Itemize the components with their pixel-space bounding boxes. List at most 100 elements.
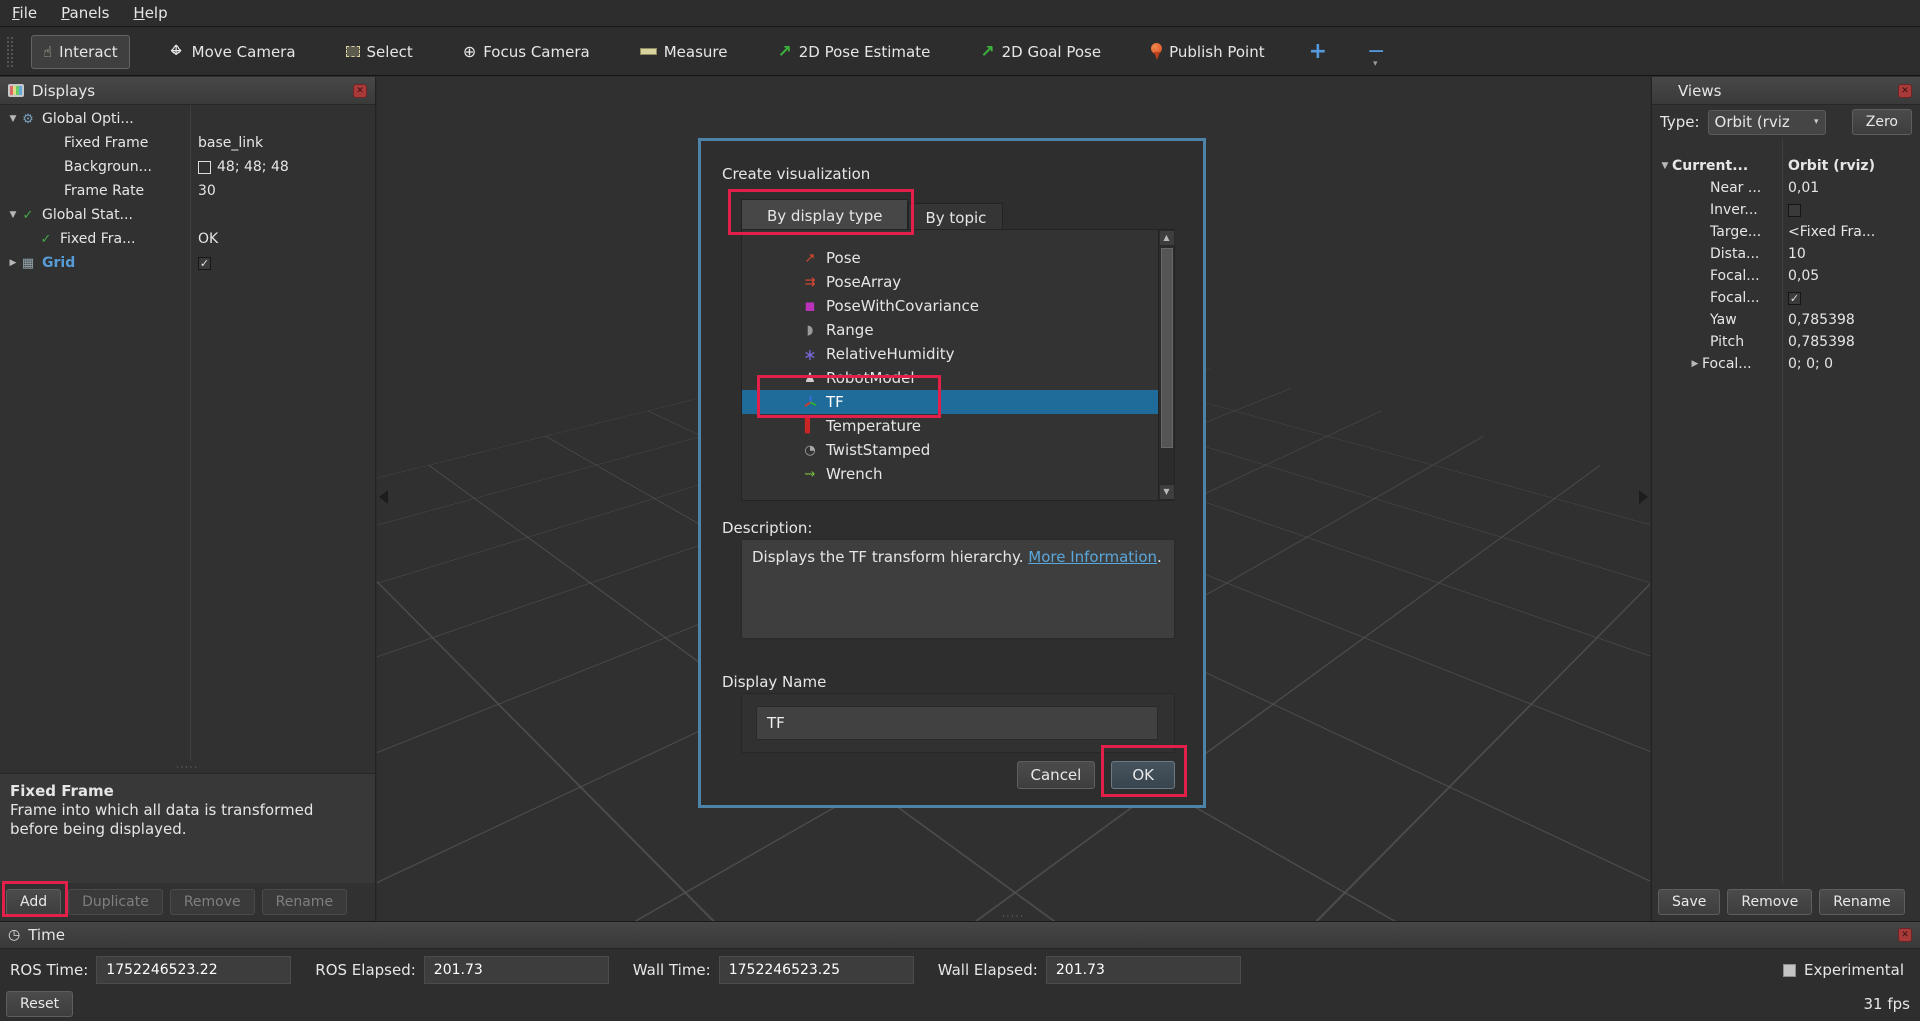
list-item-relativehumidity[interactable]: ∗ RelativeHumidity [742, 342, 1158, 366]
row-value[interactable]: 0,05 [1782, 268, 1920, 284]
row-value[interactable]: 0; 0; 0 [1782, 356, 1920, 372]
tool-select[interactable]: Select [334, 35, 425, 69]
list-item-pose[interactable]: ↗ Pose [742, 246, 1158, 270]
tab-by-display-type[interactable]: By display type [741, 199, 908, 232]
expander-right-icon[interactable]: ▶ [1688, 359, 1702, 369]
row-target-frame[interactable]: Targe... <Fixed Fra... [1652, 221, 1920, 243]
create-visualization-dialog: Create visualization By display type By … [698, 138, 1206, 808]
row-focal-shape-fixed[interactable]: Focal... [1652, 287, 1920, 309]
invert-z-checkbox[interactable] [1788, 204, 1801, 217]
tab-by-topic[interactable]: By topic [908, 203, 1003, 232]
views-close-icon[interactable]: ✕ [1898, 84, 1912, 98]
time-close-icon[interactable]: ✕ [1898, 928, 1912, 942]
row-pitch[interactable]: Pitch 0,785398 [1652, 331, 1920, 353]
display-name-input[interactable]: TF [756, 706, 1158, 740]
row-focal-point[interactable]: ▶ Focal... 0; 0; 0 [1652, 353, 1920, 375]
scroll-up-icon[interactable]: ▲ [1159, 230, 1175, 246]
list-scrollbar[interactable]: ▲ ▼ [1158, 230, 1174, 500]
more-information-link[interactable]: More Information [1028, 548, 1157, 566]
display-type-list: ↗ Pose ⇉ PoseArray ◼ PoseWithCovariance … [741, 229, 1175, 501]
row-value[interactable]: 0,785398 [1782, 334, 1920, 350]
view-type-dropdown[interactable]: Orbit (rviz ▾ [1708, 110, 1826, 135]
tool-move-camera[interactable]: ↔ ↕ Move Camera [156, 35, 308, 69]
row-global-status[interactable]: ▼ ✓ Global Stat... [0, 203, 375, 227]
wall-elapsed-value[interactable]: 201.73 [1046, 956, 1241, 984]
list-item-robotmodel[interactable]: ♟ RobotModel [742, 366, 1158, 390]
row-fixed-frame-status[interactable]: ✓ Fixed Fra... OK [0, 227, 375, 251]
scrollbar-thumb[interactable] [1161, 248, 1173, 448]
row-value[interactable]: 0,785398 [1782, 312, 1920, 328]
list-item-temperature[interactable]: ▌ Temperature [742, 414, 1158, 438]
collapse-right-panel-arrow-icon[interactable] [1639, 490, 1648, 504]
row-value[interactable]: base_link [190, 135, 375, 151]
add-display-button[interactable]: Add [6, 889, 61, 915]
tool-label: Measure [664, 43, 728, 61]
tool-2d-goal-pose[interactable]: ↗ 2D Goal Pose [968, 34, 1113, 70]
row-focal-shape-size[interactable]: Focal... 0,05 [1652, 265, 1920, 287]
row-fixed-frame[interactable]: Fixed Frame base_link [0, 131, 375, 155]
focal-shape-checkbox[interactable] [1788, 292, 1801, 305]
experimental-toggle[interactable]: Experimental [1783, 961, 1904, 979]
displays-splitter-handle[interactable]: ····· [0, 761, 375, 773]
list-item-wrench[interactable]: ⇝ Wrench [742, 462, 1158, 486]
list-item-label: RelativeHumidity [826, 345, 955, 363]
duplicate-display-button[interactable]: Duplicate [68, 889, 163, 915]
scroll-down-icon[interactable]: ▼ [1159, 484, 1175, 500]
collapse-left-panel-arrow-icon[interactable] [379, 490, 388, 504]
cancel-button[interactable]: Cancel [1017, 761, 1096, 789]
displays-close-icon[interactable]: ✕ [353, 84, 367, 98]
reset-button[interactable]: Reset [6, 991, 73, 1017]
viewport-bottom-splitter-handle[interactable]: ····· [1002, 912, 1025, 921]
menu-help[interactable]: Help [133, 4, 167, 22]
ros-elapsed-value[interactable]: 201.73 [424, 956, 609, 984]
row-value[interactable]: <Fixed Fra... [1782, 224, 1920, 240]
row-distance[interactable]: Dista... 10 [1652, 243, 1920, 265]
wall-time-value[interactable]: 1752246523.25 [719, 956, 914, 984]
row-invert-z[interactable]: Inver... [1652, 199, 1920, 221]
remove-display-button[interactable]: Remove [170, 889, 255, 915]
row-current-view[interactable]: ▼ Current... Orbit (rviz) [1652, 155, 1920, 177]
expander-right-icon[interactable]: ▶ [6, 258, 20, 268]
ok-button[interactable]: OK [1111, 761, 1175, 789]
row-value[interactable]: 30 [190, 183, 375, 199]
row-yaw[interactable]: Yaw 0,785398 [1652, 309, 1920, 331]
row-value[interactable]: 10 [1782, 246, 1920, 262]
add-tool-button[interactable]: + [1309, 39, 1327, 64]
toolbar-overflow-chevron-icon[interactable]: ▾ [1373, 59, 1378, 69]
list-item-tf[interactable]: TF [742, 390, 1158, 414]
list-item-posewithcovariance[interactable]: ◼ PoseWithCovariance [742, 294, 1158, 318]
rename-display-button[interactable]: Rename [262, 889, 347, 915]
list-item-twiststamped[interactable]: ◔ TwistStamped [742, 438, 1158, 462]
row-value[interactable]: 48; 48; 48 [190, 159, 375, 175]
expander-down-icon[interactable]: ▼ [6, 210, 20, 220]
ros-time-value[interactable]: 1752246523.22 [96, 956, 291, 984]
save-view-button[interactable]: Save [1658, 889, 1720, 915]
list-item-range[interactable]: ◗ Range [742, 318, 1158, 342]
tool-2d-pose-estimate[interactable]: ↗ 2D Pose Estimate [765, 34, 942, 70]
remove-view-button[interactable]: Remove [1727, 889, 1812, 915]
tool-interact[interactable]: ☝ Interact [31, 35, 130, 69]
tool-measure[interactable]: Measure [628, 35, 740, 69]
zero-button[interactable]: Zero [1852, 109, 1912, 135]
row-label: Inver... [1710, 202, 1758, 218]
experimental-checkbox[interactable] [1783, 964, 1796, 977]
remove-tool-button[interactable]: − ▾ [1367, 39, 1385, 64]
menu-file[interactable]: File [12, 4, 37, 22]
tool-focus-camera[interactable]: ⊕ Focus Camera [451, 34, 602, 69]
row-near-clip[interactable]: Near ... 0,01 [1652, 177, 1920, 199]
list-item-posearray[interactable]: ⇉ PoseArray [742, 270, 1158, 294]
color-swatch[interactable] [198, 161, 211, 174]
row-value[interactable]: 0,01 [1782, 180, 1920, 196]
expander-down-icon[interactable]: ▼ [1658, 161, 1672, 171]
grid-enabled-checkbox[interactable] [198, 257, 211, 270]
expander-down-icon[interactable]: ▼ [6, 114, 20, 124]
row-grid[interactable]: ▶ ▦ Grid [0, 251, 375, 275]
tool-publish-point[interactable]: Publish Point [1139, 35, 1276, 69]
row-global-options[interactable]: ▼ ⚙ Global Opti... [0, 107, 375, 131]
menu-panels[interactable]: Panels [61, 4, 109, 22]
row-label: Backgroun... [64, 159, 152, 175]
toolbar-grip-handle[interactable] [6, 36, 15, 68]
rename-view-button[interactable]: Rename [1819, 889, 1904, 915]
row-background-color[interactable]: Backgroun... 48; 48; 48 [0, 155, 375, 179]
row-frame-rate[interactable]: Frame Rate 30 [0, 179, 375, 203]
